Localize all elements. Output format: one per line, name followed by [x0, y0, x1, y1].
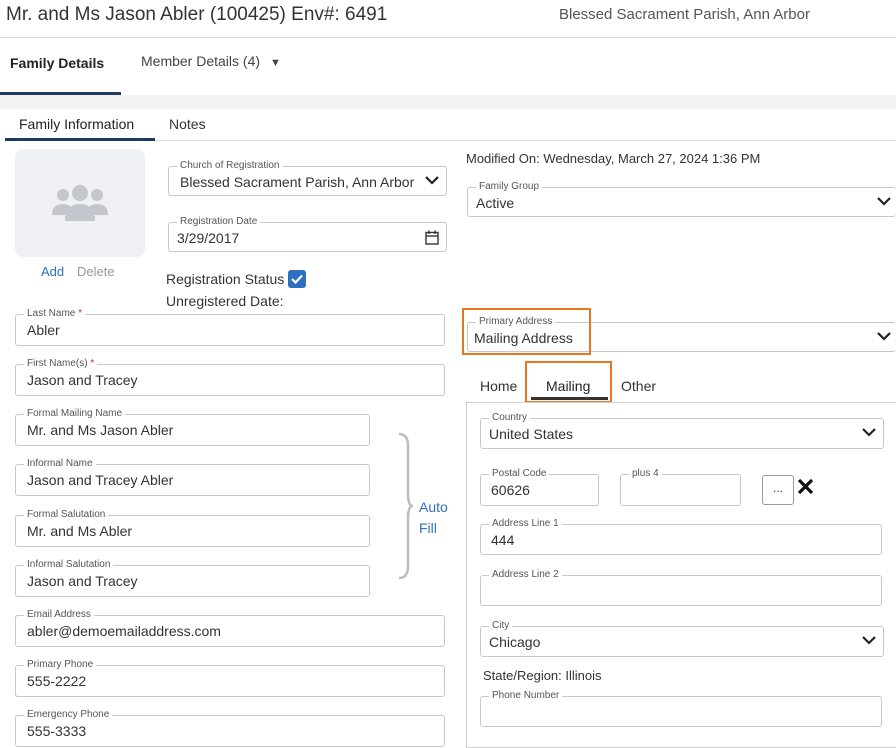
city-select[interactable]: City Chicago	[480, 620, 884, 657]
plus4-label: plus 4	[629, 468, 662, 480]
tab-family-details[interactable]: Family Details	[10, 55, 104, 71]
address-line1-value: 444	[491, 532, 515, 548]
email-value: abler@demoemailaddress.com	[27, 623, 221, 639]
postal-lookup-button[interactable]: ...	[762, 475, 794, 505]
family-group-select[interactable]: Family Group Active	[467, 181, 896, 217]
checkmark-icon	[291, 274, 303, 285]
formal-mailing-name-label: Formal Mailing Name	[24, 408, 126, 420]
family-group-label: Family Group	[476, 181, 543, 193]
plus4-field[interactable]: plus 4	[620, 468, 741, 506]
chevron-down-icon	[877, 197, 891, 206]
required-mark: *	[90, 358, 95, 369]
parish-name: Blessed Sacrament Parish, Ann Arbor	[559, 6, 810, 23]
family-photo-placeholder[interactable]	[15, 149, 145, 257]
primary-phone-label: Primary Phone	[24, 659, 97, 671]
add-photo-link[interactable]: Add	[41, 264, 64, 279]
state-region-text: State/Region: Illinois	[483, 668, 602, 683]
chevron-down-icon	[862, 428, 876, 437]
brace-icon	[398, 432, 414, 580]
registration-date-value: 3/29/2017	[177, 230, 240, 246]
informal-salutation-label: Informal Salutation	[24, 559, 114, 571]
group-icon	[52, 185, 108, 221]
unregistered-date-label: Unregistered Date:	[166, 293, 284, 309]
city-value: Chicago	[489, 634, 541, 650]
formal-salutation-label: Formal Salutation	[24, 509, 109, 521]
informal-name-label: Informal Name	[24, 458, 96, 470]
postal-code-value: 60626	[491, 482, 530, 498]
address-phone-label: Phone Number	[489, 690, 563, 702]
first-name-field[interactable]: First Name(s) * Jason and Tracey	[15, 358, 445, 396]
church-of-registration-label: Church of Registration	[177, 160, 283, 172]
calendar-icon[interactable]	[425, 230, 439, 245]
informal-salutation-value: Jason and Tracey	[27, 573, 138, 589]
tab-home-address[interactable]: Home	[480, 378, 517, 394]
registration-status-checkbox[interactable]	[288, 270, 306, 288]
page-title: Mr. and Ms Jason Abler (100425) Env#: 64…	[6, 4, 388, 25]
formal-mailing-name-value: Mr. and Ms Jason Abler	[27, 422, 174, 438]
modified-on-text: Modified On: Wednesday, March 27, 2024 1…	[466, 151, 761, 166]
country-label: Country	[489, 412, 531, 424]
formal-salutation-value: Mr. and Ms Abler	[27, 523, 133, 539]
emergency-phone-field[interactable]: Emergency Phone 555-3333	[15, 709, 445, 747]
caret-down-icon: ▼	[270, 57, 281, 69]
first-name-label: First Name(s) *	[24, 358, 98, 370]
auto-fill-line2: Fill	[419, 520, 437, 536]
primary-address-highlight	[462, 308, 591, 355]
registration-status-label: Registration Status	[166, 271, 285, 287]
last-name-field[interactable]: Last Name * Abler	[15, 308, 445, 346]
country-value: United States	[489, 426, 574, 442]
church-of-registration-value: Blessed Sacrament Parish, Ann Arbor	[180, 174, 415, 190]
registration-date-label: Registration Date	[177, 216, 261, 228]
last-name-value: Abler	[27, 322, 60, 338]
tab-notes[interactable]: Notes	[169, 116, 206, 132]
tab-other-address[interactable]: Other	[621, 378, 656, 394]
informal-name-field[interactable]: Informal Name Jason and Tracey Abler	[15, 458, 370, 496]
church-of-registration-select[interactable]: Church of Registration Blessed Sacrament…	[168, 160, 447, 196]
postal-code-field[interactable]: Postal Code 60626	[480, 468, 599, 506]
email-field[interactable]: Email Address abler@demoemailaddress.com	[15, 609, 445, 647]
email-label: Email Address	[24, 609, 94, 621]
chevron-down-icon	[862, 636, 876, 645]
informal-name-value: Jason and Tracey Abler	[27, 472, 174, 488]
informal-salutation-field[interactable]: Informal Salutation Jason and Tracey	[15, 559, 370, 597]
formal-mailing-name-field[interactable]: Formal Mailing Name Mr. and Ms Jason Abl…	[15, 408, 370, 446]
address-line2-field[interactable]: Address Line 2	[480, 569, 882, 606]
address-line1-field[interactable]: Address Line 1 444	[480, 518, 882, 555]
city-label: City	[489, 620, 513, 632]
header-divider	[0, 37, 896, 38]
mailing-tab-highlight	[525, 361, 612, 403]
first-name-label-text: First Name(s)	[27, 358, 88, 369]
chevron-down-icon	[425, 176, 439, 185]
first-name-value: Jason and Tracey	[27, 372, 138, 388]
close-icon[interactable]	[797, 478, 814, 495]
country-select[interactable]: Country United States	[480, 412, 884, 449]
last-name-label: Last Name *	[24, 308, 86, 320]
last-name-label-text: Last Name	[27, 308, 76, 319]
emergency-phone-value: 555-3333	[27, 723, 87, 739]
panel-background	[0, 95, 896, 109]
registration-date-field[interactable]: Registration Date 3/29/2017	[168, 216, 447, 252]
address-line1-label: Address Line 1	[489, 518, 562, 530]
formal-salutation-field[interactable]: Formal Salutation Mr. and Ms Abler	[15, 509, 370, 547]
chevron-down-icon	[877, 332, 891, 341]
family-group-value: Active	[476, 195, 515, 211]
primary-phone-value: 555-2222	[27, 673, 87, 689]
address-phone-field[interactable]: Phone Number	[480, 690, 882, 727]
postal-code-label: Postal Code	[489, 468, 550, 480]
auto-fill-link[interactable]: Auto Fill	[419, 497, 448, 539]
address-line2-label: Address Line 2	[489, 569, 562, 581]
tab-member-details[interactable]: Member Details (4) ▼	[141, 53, 281, 69]
auto-fill-line1: Auto	[419, 499, 448, 515]
tab-family-information-underline	[5, 138, 155, 141]
primary-phone-field[interactable]: Primary Phone 555-2222	[15, 659, 445, 697]
tab-member-details-label: Member Details (4)	[141, 53, 261, 69]
required-mark: *	[78, 308, 83, 319]
delete-photo-link[interactable]: Delete	[77, 264, 115, 279]
emergency-phone-label: Emergency Phone	[24, 709, 113, 721]
tab-family-information[interactable]: Family Information	[19, 116, 134, 132]
